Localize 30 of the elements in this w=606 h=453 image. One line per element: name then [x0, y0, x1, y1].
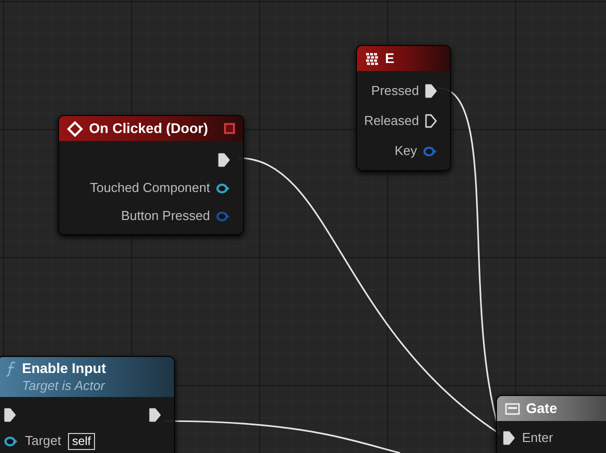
- blueprint-node[interactable]: On Clicked (Door) Touched Component Button Pressed: [58, 115, 244, 235]
- pin-label: Button Pressed: [121, 207, 210, 226]
- exec-pin[interactable]: [4, 408, 16, 422]
- node-title: E: [385, 50, 394, 68]
- exec-pin[interactable]: [425, 114, 437, 128]
- keyboard-icon: [365, 52, 379, 66]
- exec-pin[interactable]: [425, 84, 437, 98]
- pin-label: Released: [364, 112, 419, 130]
- exec-pin[interactable]: [218, 153, 230, 167]
- data-pin[interactable]: [216, 182, 230, 194]
- data-pin[interactable]: [423, 146, 437, 156]
- gate-icon: [505, 402, 520, 414]
- pin-label: Enter: [522, 429, 554, 448]
- pin-label: Touched Component: [90, 179, 210, 198]
- blueprint-node[interactable]: E Pressed Released Key: [356, 45, 451, 171]
- exec-pin[interactable]: [503, 431, 515, 445]
- data-pin[interactable]: [4, 436, 18, 446]
- pin-label: Key: [394, 142, 417, 160]
- function-icon: [6, 360, 16, 377]
- node-title: Enable Input: [22, 360, 106, 378]
- node-title: On Clicked (Door): [89, 120, 208, 138]
- diamond-icon: [67, 120, 83, 136]
- pin-label: Target: [25, 432, 62, 450]
- exec-pin[interactable]: [149, 408, 161, 422]
- value-field[interactable]: self: [68, 432, 95, 450]
- blueprint-node[interactable]: Gate Enter: [496, 395, 606, 453]
- node-title: Gate: [526, 400, 558, 418]
- blueprint-node[interactable]: Enable Input Target is Actor Target self: [0, 356, 175, 453]
- node-subtitle: Target is Actor: [21, 378, 106, 394]
- pin-label: Pressed: [371, 82, 419, 100]
